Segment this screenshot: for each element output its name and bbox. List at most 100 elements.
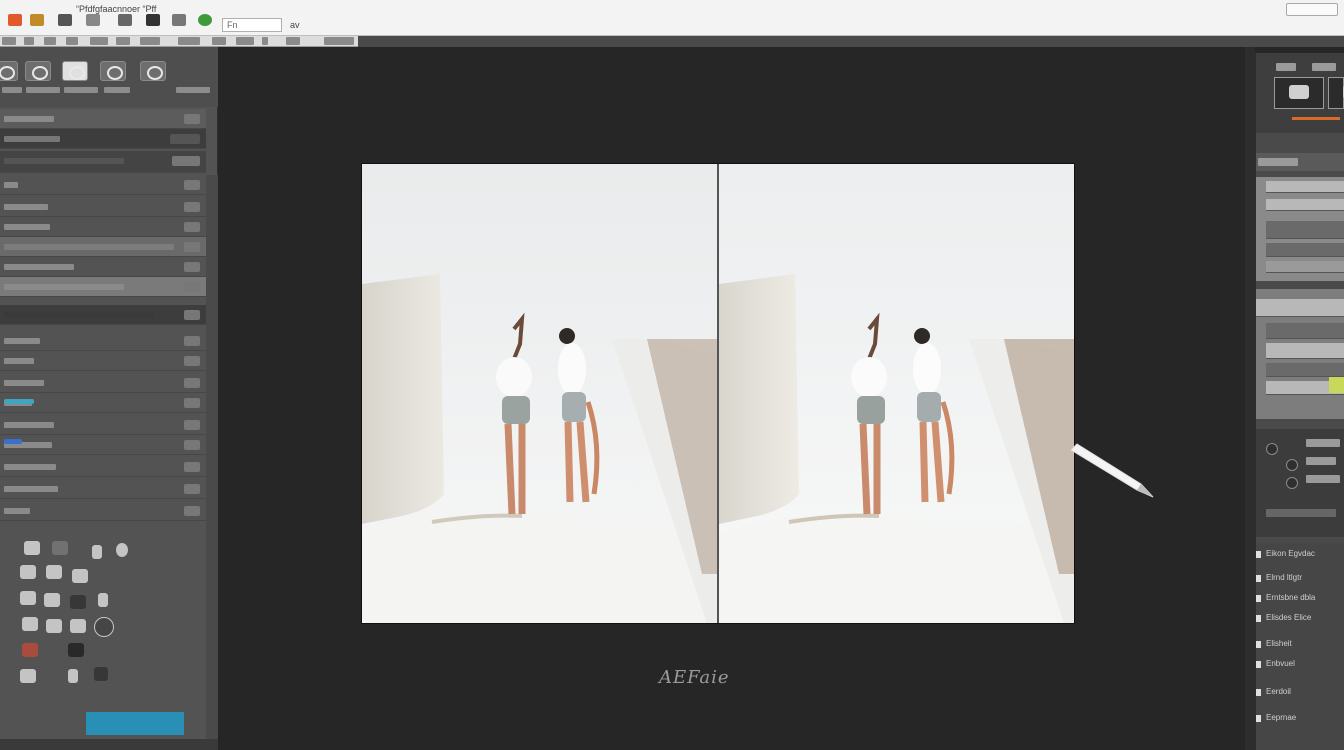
panel-header[interactable] bbox=[0, 151, 206, 173]
option-row[interactable] bbox=[0, 351, 206, 371]
brush-preset-icon[interactable] bbox=[94, 617, 114, 637]
color-swatch-teal[interactable] bbox=[4, 399, 34, 404]
canvas-vertical-scrollbar[interactable] bbox=[1245, 47, 1255, 750]
save-icon[interactable] bbox=[58, 14, 72, 26]
print-icon[interactable] bbox=[86, 14, 100, 26]
brush-preset-icon[interactable] bbox=[116, 543, 128, 557]
option-item[interactable] bbox=[66, 37, 78, 45]
adjustment-row[interactable] bbox=[1266, 199, 1344, 211]
option-row[interactable] bbox=[0, 479, 206, 499]
layer-row[interactable] bbox=[1256, 299, 1344, 317]
document-canvas-area[interactable]: AEFaie bbox=[219, 47, 1245, 750]
visibility-checkbox[interactable] bbox=[1256, 715, 1261, 722]
window-control-button[interactable] bbox=[1286, 3, 1338, 16]
preset-icon[interactable] bbox=[0, 61, 18, 81]
option-item[interactable] bbox=[178, 37, 200, 45]
brush-preset-icon[interactable] bbox=[68, 669, 78, 683]
option-item[interactable] bbox=[24, 37, 34, 45]
preset-icon[interactable] bbox=[62, 61, 88, 81]
option-row[interactable] bbox=[0, 129, 206, 149]
layer-row[interactable] bbox=[1266, 323, 1344, 339]
option-item[interactable] bbox=[140, 37, 160, 45]
color-swatch-foreground[interactable] bbox=[86, 712, 184, 735]
visibility-checkbox[interactable] bbox=[1256, 641, 1261, 648]
visibility-checkbox[interactable] bbox=[1256, 575, 1261, 582]
option-item[interactable] bbox=[286, 37, 300, 45]
brush-preset-icon[interactable] bbox=[92, 545, 102, 559]
visibility-checkbox[interactable] bbox=[1256, 595, 1261, 602]
rotation-knob[interactable] bbox=[1266, 443, 1278, 455]
layer-row[interactable] bbox=[1266, 363, 1344, 377]
open-icon[interactable] bbox=[30, 14, 44, 26]
option-row[interactable] bbox=[0, 277, 206, 297]
brush-preset-icon[interactable] bbox=[98, 593, 108, 607]
navigator-thumbnail[interactable] bbox=[1274, 77, 1324, 109]
option-row[interactable] bbox=[0, 109, 206, 129]
option-row[interactable] bbox=[0, 305, 206, 325]
brush-preset-icon[interactable] bbox=[46, 619, 62, 633]
app-icon[interactable] bbox=[8, 14, 22, 26]
option-item[interactable] bbox=[212, 37, 226, 45]
visibility-checkbox[interactable] bbox=[1256, 551, 1261, 558]
option-row[interactable] bbox=[0, 257, 206, 277]
brush-preset-icon[interactable] bbox=[52, 541, 68, 555]
brush-preset-icon[interactable] bbox=[44, 593, 60, 607]
navigator-thumbnail[interactable] bbox=[1328, 77, 1344, 109]
option-item[interactable] bbox=[262, 37, 268, 45]
visibility-checkbox[interactable] bbox=[1256, 689, 1261, 696]
panel-title-bar[interactable] bbox=[1256, 153, 1344, 171]
brush-preset-icon[interactable] bbox=[22, 643, 38, 657]
color-swatch-blue[interactable] bbox=[4, 439, 22, 444]
brush-preset-icon[interactable] bbox=[68, 643, 84, 657]
rotation-knob[interactable] bbox=[1286, 459, 1298, 471]
option-row[interactable] bbox=[0, 331, 206, 351]
brush-preset-icon[interactable] bbox=[20, 669, 36, 683]
option-row[interactable] bbox=[0, 237, 206, 257]
option-item[interactable] bbox=[2, 37, 16, 45]
option-item[interactable] bbox=[236, 37, 254, 45]
brush-preset-icon[interactable] bbox=[22, 617, 38, 631]
preset-icon[interactable] bbox=[140, 61, 166, 81]
option-item[interactable] bbox=[90, 37, 108, 45]
option-row[interactable] bbox=[0, 457, 206, 477]
option-row[interactable] bbox=[0, 501, 206, 521]
brush-preset-icon[interactable] bbox=[72, 569, 88, 583]
globe-icon[interactable] bbox=[198, 14, 212, 26]
brush-preset-icon[interactable] bbox=[20, 591, 36, 605]
option-row[interactable] bbox=[0, 175, 206, 195]
option-item[interactable] bbox=[116, 37, 130, 45]
brush-preset-icon[interactable] bbox=[46, 565, 62, 579]
preset-icon[interactable] bbox=[100, 61, 126, 81]
adjustment-row[interactable] bbox=[1266, 181, 1344, 193]
brush-preset-icon[interactable] bbox=[70, 619, 86, 633]
camera-icon[interactable] bbox=[172, 14, 186, 26]
toolbar-field[interactable]: Fn bbox=[222, 18, 282, 32]
option-item[interactable] bbox=[324, 37, 354, 45]
left-panel-scrollbar[interactable] bbox=[206, 175, 218, 745]
rotation-knob[interactable] bbox=[1286, 477, 1298, 489]
preset-icon[interactable] bbox=[25, 61, 51, 81]
layer-thumbnail-lime[interactable] bbox=[1329, 377, 1344, 393]
visibility-checkbox[interactable] bbox=[1256, 615, 1261, 622]
visibility-checkbox[interactable] bbox=[1256, 661, 1261, 668]
navigator-tab[interactable] bbox=[1312, 63, 1336, 71]
adjustment-row[interactable] bbox=[1266, 221, 1344, 239]
brush-icon[interactable] bbox=[146, 14, 160, 26]
brush-preset-icon[interactable] bbox=[70, 595, 86, 609]
history-icon[interactable] bbox=[118, 14, 132, 26]
option-row[interactable] bbox=[0, 415, 206, 435]
option-row[interactable] bbox=[0, 197, 206, 217]
option-row[interactable] bbox=[0, 217, 206, 237]
brush-preset-icon[interactable] bbox=[94, 667, 108, 681]
brush-preset-icon[interactable] bbox=[20, 565, 36, 579]
layer-row[interactable] bbox=[1266, 343, 1344, 359]
adjustment-row[interactable] bbox=[1266, 261, 1344, 273]
option-item[interactable] bbox=[44, 37, 56, 45]
brush-preset-icon[interactable] bbox=[24, 541, 40, 555]
toolbar-field-2[interactable]: av bbox=[290, 20, 300, 30]
document-image[interactable] bbox=[362, 164, 1074, 623]
navigator-tab[interactable] bbox=[1276, 63, 1296, 71]
option-row[interactable] bbox=[0, 373, 206, 393]
adjustment-row[interactable] bbox=[1266, 243, 1344, 257]
option-row[interactable] bbox=[0, 435, 206, 455]
